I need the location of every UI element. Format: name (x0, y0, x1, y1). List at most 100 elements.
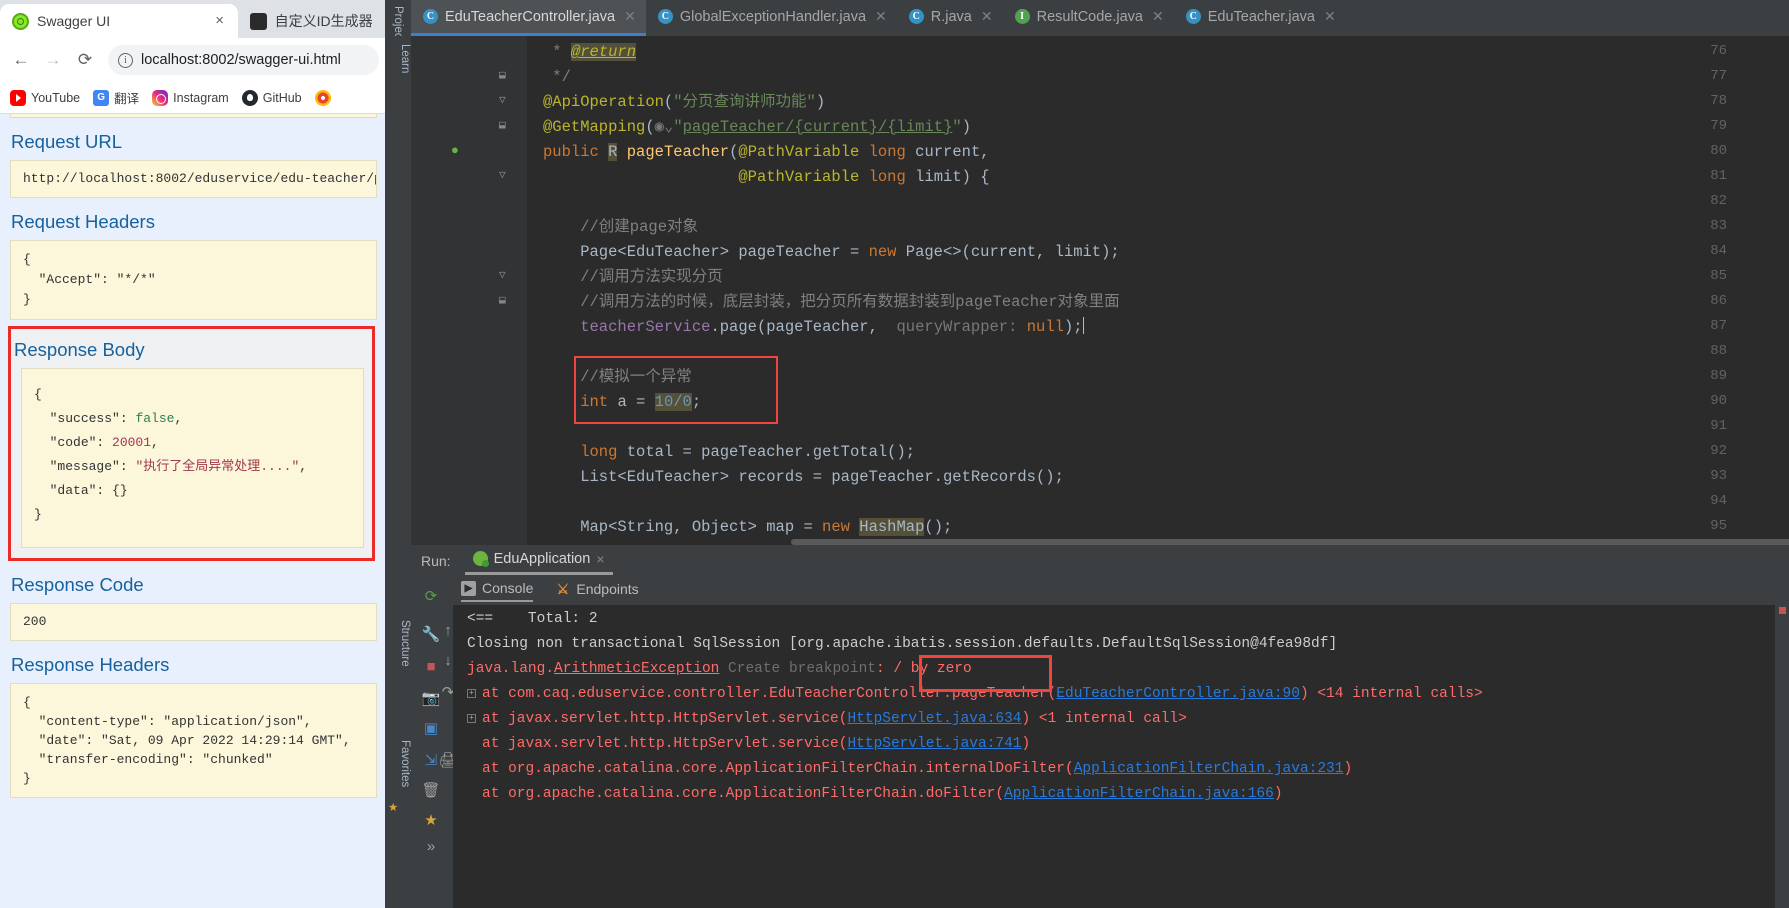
bookmark-instagram[interactable]: Instagram (152, 89, 229, 106)
close-icon[interactable]: ✕ (875, 8, 887, 25)
browser-tab-swagger[interactable]: Swagger UI × (0, 4, 238, 38)
stack-frame-link[interactable]: HttpServlet.java:634 (847, 711, 1021, 727)
fold-marker[interactable]: ▽ (499, 168, 506, 182)
stack-frame-link[interactable]: ApplicationFilterChain.java:166 (1004, 786, 1274, 802)
trash-icon[interactable]: 🗑 (420, 779, 442, 801)
forward-icon[interactable]: → (38, 45, 68, 75)
json-key-message: "message" (49, 459, 120, 474)
browser-tab-title: Swagger UI (37, 13, 111, 29)
exception-package: java.lang. (467, 661, 555, 677)
sidebar-item-favorites[interactable]: Favorites (385, 736, 411, 787)
editor-tab-r[interactable]: C R.java ✕ (897, 0, 1003, 36)
code-editor[interactable]: 76 77 78 79 80 81 82 83 84 85 86 87 88 8… (411, 36, 1789, 545)
site-info-icon[interactable]: i (118, 52, 133, 68)
stop-icon[interactable]: ■ (420, 655, 442, 677)
console-line-frame: at org.apache.catalina.core.ApplicationF… (467, 782, 1789, 807)
editor-gutter[interactable] (411, 36, 527, 545)
tab-console-label: Console (482, 580, 534, 596)
expand-icon[interactable]: + (467, 689, 476, 698)
more-icon[interactable]: » (420, 835, 442, 857)
tab-endpoints[interactable]: ⚔ Endpoints (555, 581, 639, 601)
bookmark-github[interactable]: GitHub (241, 89, 302, 106)
editor-tab-eduteacher[interactable]: C EduTeacher.java ✕ (1174, 0, 1346, 36)
expand-icon[interactable]: + (467, 714, 476, 723)
exception-class-link[interactable]: ArithmeticException (554, 661, 719, 677)
rerun-icon[interactable]: ⟳ (420, 585, 442, 607)
error-stripe-mark[interactable] (1779, 607, 1786, 614)
intellij-window: Project C EduTeacherController.java ✕ C … (385, 0, 1789, 908)
class-icon: C (1185, 9, 1201, 24)
bookmark-label: YouTube (31, 90, 81, 105)
stack-frame-internal-calls: <14 internal calls> (1317, 686, 1483, 702)
close-icon[interactable]: ✕ (1324, 8, 1336, 25)
swagger-response-panel: Request URL http://localhost:8002/eduser… (0, 114, 385, 908)
tab-console[interactable]: ▶ Console (461, 580, 534, 602)
close-icon[interactable]: ✕ (1152, 8, 1164, 25)
editor-tab-label: R.java (930, 8, 972, 25)
camera-icon[interactable]: 📷 (420, 687, 442, 709)
editor-tab-label: ResultCode.java (1036, 8, 1143, 25)
bookmark-google[interactable] (314, 89, 331, 106)
run-configuration-name: EduApplication (493, 550, 591, 567)
filter-icon[interactable]: ▣ (420, 717, 442, 739)
fold-marker[interactable]: ⬓ (499, 293, 506, 307)
console-line-frame: + at com.caq.eduservice.controller.EduTea… (467, 682, 1789, 707)
fold-marker[interactable]: ⬓ (499, 118, 506, 132)
fold-marker[interactable]: ▽ (499, 93, 506, 107)
address-bar[interactable]: i localhost:8002/swagger-ui.html (108, 45, 379, 75)
sidebar-item-learn[interactable]: Learn (385, 40, 411, 73)
stack-frame-link[interactable]: ApplicationFilterChain.java:231 (1074, 761, 1344, 777)
expand-icon (467, 786, 476, 795)
run-configuration-tab[interactable]: EduApplication × (464, 548, 613, 575)
console-line-frame: + at javax.servlet.http.HttpServlet.servi… (467, 707, 1789, 732)
star-icon[interactable]: ★ (420, 809, 442, 831)
console-line-frame: at javax.servlet.http.HttpServlet.servic… (467, 732, 1789, 757)
fold-marker[interactable]: ⬓ (499, 68, 506, 82)
fold-marker[interactable]: ▽ (499, 268, 506, 282)
console-sqlsession-line: Closing non transactional SqlSession [or… (467, 636, 1338, 652)
response-code-value: 200 (10, 603, 377, 641)
stack-frame-suffix: ) (1343, 761, 1353, 777)
response-code-heading: Response Code (11, 574, 144, 595)
interface-icon: I (1014, 9, 1030, 24)
close-icon[interactable]: × (596, 551, 604, 567)
editor-tab-eduteachercontroller[interactable]: C EduTeacherController.java ✕ (411, 0, 646, 36)
exception-colon: : (875, 661, 885, 677)
create-breakpoint-hint[interactable]: Create breakpoint (728, 661, 876, 677)
response-body-value: { "success": false, "code": 20001, "mess… (21, 368, 364, 548)
console-icon: ▶ (461, 580, 476, 596)
editor-tab-globalexceptionhandler[interactable]: C GlobalExceptionHandler.java ✕ (646, 0, 897, 36)
editor-tab-resultcode[interactable]: I ResultCode.java ✕ (1003, 0, 1174, 36)
console-error-stripe[interactable] (1775, 605, 1789, 908)
stack-frame-suffix: ) (1273, 786, 1283, 802)
javadoc-return-tag: @return (570, 43, 637, 61)
bookmark-youtube[interactable]: YouTube (10, 89, 81, 106)
browser-tab-idgen[interactable]: 自定义ID生成器 (238, 4, 385, 38)
reload-icon[interactable]: ⟳ (70, 45, 100, 75)
settings-wrench-icon[interactable]: 🔧 (420, 623, 442, 645)
close-icon[interactable]: ✕ (624, 8, 636, 25)
bookmark-translate[interactable]: G 翻译 (93, 88, 139, 107)
stack-frame-text: at org.apache.catalina.core.ApplicationF… (482, 761, 1074, 777)
sidebar-item-structure[interactable]: Structure (385, 616, 411, 667)
console-line: <== Total: 2 (467, 607, 1789, 632)
close-icon[interactable]: × (212, 13, 228, 29)
editor-text-area[interactable]: * @return */ @ApiOperation("分页查询讲师功能") @… (527, 36, 1789, 545)
run-label: Run: (421, 553, 451, 569)
json-key-data: "data" (49, 483, 97, 498)
response-headers-value: { "content-type": "application/json", "d… (10, 683, 377, 798)
spring-bean-gutter-icon[interactable]: ● (451, 143, 459, 158)
json-close-brace: } (34, 507, 42, 522)
run-tool-window: Run: EduApplication × ⟳ ↑ ↓ 🔧 ■ ↷ 📷 ▣ ⇲ … (411, 545, 1789, 908)
console-line-frame: at org.apache.catalina.core.ApplicationF… (467, 757, 1789, 782)
left-tool-window-strip: Learn Structure Favorites ★ (385, 36, 411, 908)
dark-page-icon (249, 12, 267, 30)
console-output[interactable]: <== Total: 2 Closing non transactional S… (453, 605, 1789, 908)
stack-frame-link[interactable]: HttpServlet.java:741 (847, 736, 1021, 752)
stack-frame-link[interactable]: EduTeacherController.java:90 (1056, 686, 1300, 702)
stack-frame-text: at org.apache.catalina.core.ApplicationF… (482, 786, 1005, 802)
editor-tab-bar: Project C EduTeacherController.java ✕ C … (385, 0, 1789, 42)
class-icon: C (423, 9, 438, 24)
close-icon[interactable]: ✕ (981, 8, 993, 25)
back-icon[interactable]: ← (6, 45, 36, 75)
